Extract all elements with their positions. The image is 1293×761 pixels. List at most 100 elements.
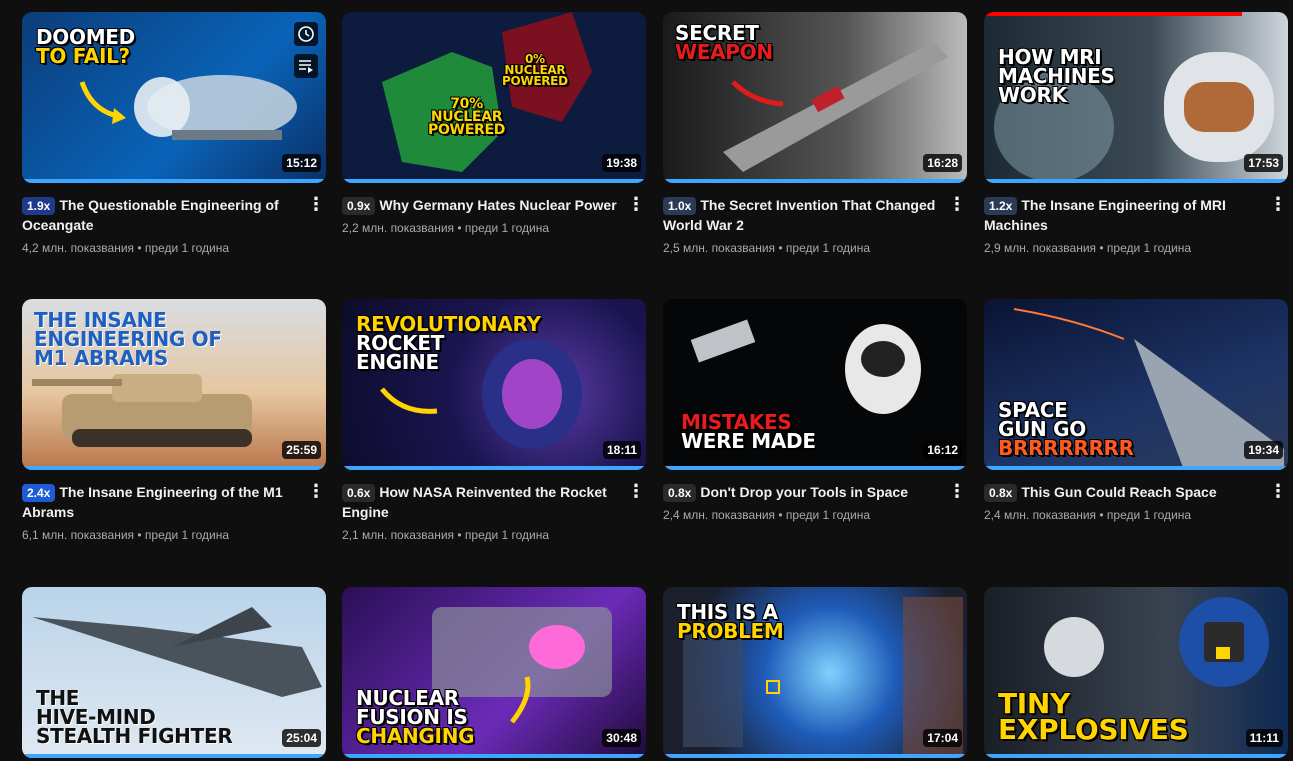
video-duration: 17:53: [1244, 154, 1283, 172]
video-thumbnail[interactable]: HOW MRI MACHINES WORK 17:53: [984, 12, 1288, 183]
view-count: 2,4 млн. показвания: [663, 508, 776, 522]
watch-progress-bar: [663, 179, 967, 183]
more-options-icon[interactable]: ⋮: [1268, 193, 1288, 217]
video-thumbnail[interactable]: REVOLUTIONARY ROCKET ENGINE 18:11: [342, 299, 646, 470]
video-stats: 2,4 млн. показвания • преди 1 година: [984, 508, 1192, 522]
video-title-row[interactable]: 0.8x Don't Drop your Tools in Space: [663, 482, 939, 502]
video-card[interactable]: NUCLEAR FUSION IS CHANGING 30:48: [342, 587, 646, 758]
video-thumbnail[interactable]: THIS IS A PROBLEM 17:04: [663, 587, 967, 758]
watch-progress-bar: [984, 179, 1288, 183]
video-stats: 4,2 млн. показвания • преди 1 година: [22, 241, 230, 255]
video-duration: 11:11: [1245, 729, 1283, 747]
view-count: 2,5 млн. показвания: [663, 241, 776, 255]
upload-age: преди 1 година: [1106, 508, 1192, 522]
video-duration: 25:59: [282, 441, 321, 459]
more-options-icon[interactable]: ⋮: [306, 193, 326, 217]
watch-progress-bar: [984, 466, 1288, 470]
watch-progress-bar: [22, 466, 326, 470]
video-title-row[interactable]: 2.4x The Insane Engineering of the M1 Abr…: [22, 482, 298, 522]
view-count: 6,1 млн. показвания: [22, 528, 135, 542]
video-title[interactable]: Don't Drop your Tools in Space: [700, 484, 908, 500]
video-stats: 2,2 млн. показвания • преди 1 година: [342, 221, 550, 235]
video-title[interactable]: This Gun Could Reach Space: [1021, 484, 1216, 500]
speed-badge: 2.4x: [22, 484, 56, 502]
video-duration: 16:28: [923, 154, 962, 172]
video-card[interactable]: SECRET WEAPON 16:28 1.0x The Secret Invent…: [663, 12, 967, 257]
speed-badge: 0.6x: [342, 484, 376, 502]
more-options-icon[interactable]: ⋮: [306, 480, 326, 504]
video-stats: 2,5 млн. показвания • преди 1 година: [663, 241, 871, 255]
view-count: 2,9 млн. показвания: [984, 241, 1097, 255]
video-duration: 19:38: [602, 154, 641, 172]
video-title-row[interactable]: 0.6x How NASA Reinvented the Rocket Engin…: [342, 482, 618, 522]
more-options-icon[interactable]: ⋮: [626, 193, 646, 217]
video-stats: 2,4 млн. показвания • преди 1 година: [663, 508, 871, 522]
video-duration: 18:11: [602, 441, 641, 459]
video-stats: 2,1 млн. показвания • преди 1 година: [342, 528, 550, 542]
video-title[interactable]: Why Germany Hates Nuclear Power: [379, 197, 616, 213]
video-title-row[interactable]: 1.0x The Secret Invention That Changed Wo…: [663, 195, 939, 235]
video-card[interactable]: 70% NUCLEAR POWERED 0% NUCLEAR POWERED 19:38…: [342, 12, 646, 237]
watch-progress-bar: [342, 754, 646, 758]
video-card[interactable]: THE HIVE-MIND STEALTH FIGHTER 25:04: [22, 587, 326, 758]
view-count: 4,2 млн. показвания: [22, 241, 135, 255]
speed-badge: 1.0x: [663, 197, 697, 215]
video-card[interactable]: THE INSANE ENGINEERING OF M1 ABRAMS 25:59 …: [22, 299, 326, 544]
more-options-icon[interactable]: ⋮: [626, 480, 646, 504]
speed-badge: 0.9x: [342, 197, 376, 215]
speed-badge: 0.8x: [984, 484, 1018, 502]
video-title[interactable]: The Questionable Engineering of Oceangat…: [22, 197, 279, 233]
video-duration: 25:04: [282, 729, 321, 747]
video-thumbnail[interactable]: THE HIVE-MIND STEALTH FIGHTER 25:04: [22, 587, 326, 758]
watch-progress-bar: [663, 754, 967, 758]
clock-icon[interactable]: [294, 22, 318, 46]
upload-age: преди 1 година: [785, 508, 871, 522]
watch-progress-bar: [984, 754, 1288, 758]
video-duration: 19:34: [1244, 441, 1283, 459]
upload-age: преди 1 година: [144, 241, 230, 255]
video-thumbnail[interactable]: SPACE GUN GO BRRRRRRRR 19:34: [984, 299, 1288, 470]
watch-progress-bar: [22, 179, 326, 183]
video-card[interactable]: TINY EXPLOSIVES 11:11: [984, 587, 1288, 758]
video-title[interactable]: The Secret Invention That Changed World …: [663, 197, 935, 233]
video-card[interactable]: SPACE GUN GO BRRRRRRRR 19:34 0.8x This Gun …: [984, 299, 1288, 524]
more-options-icon[interactable]: ⋮: [1268, 480, 1288, 504]
view-count: 2,2 млн. показвания: [342, 221, 455, 235]
video-title[interactable]: How NASA Reinvented the Rocket Engine: [342, 484, 607, 520]
video-title[interactable]: The Insane Engineering of MRI Machines: [984, 197, 1226, 233]
video-card[interactable]: THIS IS A PROBLEM 17:04: [663, 587, 967, 758]
video-card[interactable]: HOW MRI MACHINES WORK 17:53 1.2x The Insane…: [984, 12, 1288, 257]
video-card[interactable]: REVOLUTIONARY ROCKET ENGINE 18:11 0.6x How …: [342, 299, 646, 544]
video-thumbnail[interactable]: 70% NUCLEAR POWERED 0% NUCLEAR POWERED 19:38: [342, 12, 646, 183]
video-card[interactable]: MISTAKES WERE MADE 16:12 0.8x Don't Drop y…: [663, 299, 967, 524]
video-title-row[interactable]: 1.9x The Questionable Engineering of Ocea…: [22, 195, 298, 235]
video-thumbnail[interactable]: MISTAKES WERE MADE 16:12: [663, 299, 967, 470]
watch-progress-bar: [342, 179, 646, 183]
video-title-row[interactable]: 0.9x Why Germany Hates Nuclear Power: [342, 195, 618, 215]
queue-icon[interactable]: [294, 54, 318, 78]
video-card[interactable]: DOOMED TO FAIL? 15:12 1.9x The Questionabl…: [22, 12, 326, 257]
watch-progress-bar: [342, 466, 646, 470]
speed-badge: 1.9x: [22, 197, 56, 215]
video-thumbnail[interactable]: SECRET WEAPON 16:28: [663, 12, 967, 183]
upload-age: преди 1 година: [464, 528, 550, 542]
view-count: 2,1 млн. показвания: [342, 528, 455, 542]
video-thumbnail[interactable]: NUCLEAR FUSION IS CHANGING 30:48: [342, 587, 646, 758]
more-options-icon[interactable]: ⋮: [947, 193, 967, 217]
video-thumbnail[interactable]: DOOMED TO FAIL? 15:12: [22, 12, 326, 183]
video-title-row[interactable]: 0.8x This Gun Could Reach Space: [984, 482, 1260, 502]
upload-age: преди 1 година: [464, 221, 550, 235]
video-stats: 2,9 млн. показвания • преди 1 година: [984, 241, 1192, 255]
video-title-row[interactable]: 1.2x The Insane Engineering of MRI Machin…: [984, 195, 1260, 235]
upload-age: преди 1 година: [144, 528, 230, 542]
video-thumbnail[interactable]: TINY EXPLOSIVES 11:11: [984, 587, 1288, 758]
view-count: 2,4 млн. показвания: [984, 508, 1097, 522]
video-title[interactable]: The Insane Engineering of the M1 Abrams: [22, 484, 283, 520]
video-duration: 17:04: [923, 729, 962, 747]
video-duration: 16:12: [923, 441, 962, 459]
video-thumbnail[interactable]: THE INSANE ENGINEERING OF M1 ABRAMS 25:59: [22, 299, 326, 470]
watch-progress-bar: [663, 466, 967, 470]
more-options-icon[interactable]: ⋮: [947, 480, 967, 504]
watch-progress-bar: [22, 754, 326, 758]
upload-age: преди 1 година: [1106, 241, 1192, 255]
